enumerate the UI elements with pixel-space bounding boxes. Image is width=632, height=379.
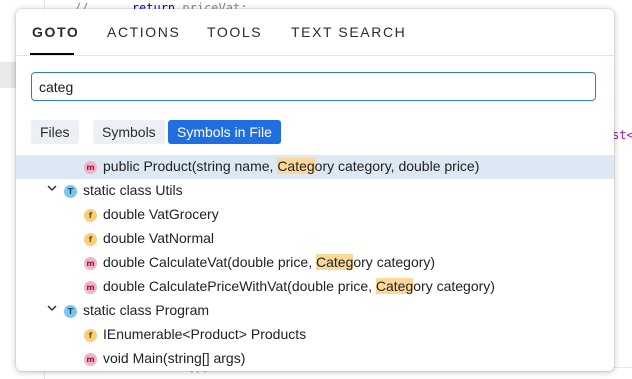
result-label: double VatGrocery <box>103 206 219 222</box>
result-label: double CalculatePriceWithVat(double pric… <box>103 278 495 294</box>
filter-symbols-in-file[interactable]: Symbols in File <box>168 120 281 144</box>
method-icon: m <box>84 257 97 270</box>
tab-text-search[interactable]: TEXT SEARCH <box>291 24 406 40</box>
editor-right-fragment: st< <box>612 128 632 142</box>
chevron-down-icon[interactable] <box>46 302 58 314</box>
result-label: public Product(string name, Category cat… <box>103 158 480 174</box>
search-input[interactable] <box>32 78 595 95</box>
field-icon: f <box>84 209 97 222</box>
result-item-main[interactable]: m void Main(string[] args) <box>16 347 614 371</box>
result-label: static class Utils <box>83 182 183 198</box>
field-icon: f <box>84 329 97 342</box>
filter-symbols[interactable]: Symbols <box>93 120 165 144</box>
match-highlight: Categ <box>277 158 315 174</box>
tab-tools[interactable]: TOOLS <box>207 24 262 40</box>
result-item-calculatepricewithvat[interactable]: m double CalculatePriceWithVat(double pr… <box>16 275 614 299</box>
search-box <box>31 72 596 101</box>
result-label: double VatNormal <box>103 230 215 246</box>
field-icon: f <box>84 233 97 246</box>
match-highlight: Categ <box>375 278 414 294</box>
gutter-highlight <box>0 62 16 88</box>
chevron-down-icon[interactable] <box>46 182 58 194</box>
result-item-products[interactable]: f IEnumerable<Product> Products <box>16 323 614 347</box>
result-item-vatnormal[interactable]: f double VatNormal <box>16 227 614 251</box>
method-icon: m <box>84 161 97 174</box>
method-icon: m <box>84 281 97 294</box>
match-highlight: Categ <box>316 254 354 270</box>
result-item-product-ctor[interactable]: m public Product(string name, Category c… <box>16 155 614 179</box>
tab-actions[interactable]: ACTIONS <box>107 24 180 40</box>
result-item-class-utils[interactable]: T static class Utils <box>16 179 614 203</box>
method-icon: m <box>84 353 97 366</box>
result-label: void Main(string[] args) <box>103 350 246 366</box>
popup-tab-bar: GOTO ACTIONS TOOLS TEXT SEARCH <box>16 9 614 56</box>
result-item-calculatevat[interactable]: m double CalculateVat(double price, Cate… <box>16 251 614 275</box>
results-list: m public Product(string name, Category c… <box>16 155 614 371</box>
tab-goto[interactable]: GOTO <box>32 24 79 40</box>
result-label: static class Program <box>83 302 210 318</box>
filter-files[interactable]: Files <box>31 120 79 144</box>
goto-popup: GOTO ACTIONS TOOLS TEXT SEARCH Files Sym… <box>16 9 614 371</box>
type-icon: T <box>64 305 77 318</box>
type-icon: T <box>64 185 77 198</box>
active-tab-indicator <box>30 53 74 55</box>
result-label: double CalculateVat(double price, Catego… <box>103 254 436 270</box>
result-label: IEnumerable<Product> Products <box>103 326 307 342</box>
result-item-vatgrocery[interactable]: f double VatGrocery <box>16 203 614 227</box>
result-item-class-program[interactable]: T static class Program <box>16 299 614 323</box>
